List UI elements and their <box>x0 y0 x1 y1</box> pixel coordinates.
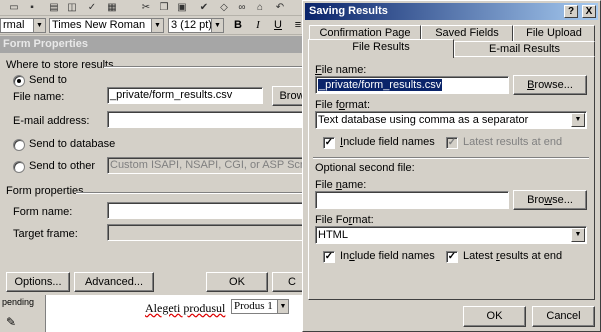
cut-icon[interactable]: ✂ <box>138 1 154 15</box>
chevron-down-icon[interactable]: ▼ <box>571 113 585 127</box>
store-group-label: Where to store results <box>6 59 114 71</box>
file-name2-input[interactable] <box>315 191 509 209</box>
file-format-select[interactable]: Text database using comma as a separator… <box>315 111 587 129</box>
target-frame-input[interactable] <box>107 224 312 241</box>
pane-text: pending <box>2 297 35 307</box>
print-icon[interactable]: ▤ <box>46 1 62 15</box>
include-field-names2-label: Include field names <box>340 250 435 262</box>
font-value: Times New Roman <box>52 19 146 31</box>
open-icon[interactable]: ▭ <box>6 1 22 15</box>
send-to-label: Send to <box>29 74 67 86</box>
saving-results-dialog: Saving Results ? X Confirmation Page Sav… <box>302 0 601 332</box>
include-field-names2-checkbox[interactable]: ✓ <box>323 251 335 263</box>
chevron-down-icon[interactable]: ▼ <box>571 228 585 242</box>
include-field-names-checkbox[interactable]: ✓ <box>323 137 335 149</box>
ok-button[interactable]: OK <box>206 272 268 292</box>
paste-icon[interactable]: ▣ <box>174 1 190 15</box>
file-name-label: File name: <box>13 91 65 103</box>
bold-button[interactable]: B <box>230 18 246 33</box>
form-name-input[interactable] <box>107 202 312 219</box>
include-field-names-label: Include field names <box>340 136 435 148</box>
ok-button[interactable]: OK <box>463 306 526 327</box>
browse-button[interactable]: Browse... <box>513 75 587 95</box>
folder-pane: pending ✎ <box>0 295 46 332</box>
file-name-input[interactable]: _private/form_results.csv <box>107 87 263 104</box>
product-value: Produs 1 <box>234 300 273 312</box>
table-icon[interactable]: ▦ <box>104 1 120 15</box>
email-input[interactable] <box>107 111 312 128</box>
style-combo[interactable]: rmal ▼ <box>0 18 46 33</box>
format-painter-icon[interactable]: ◇ <box>216 1 232 15</box>
dialog-title: Saving Results <box>309 5 388 17</box>
target-frame-label: Target frame: <box>13 228 78 240</box>
spelling-icon[interactable]: ✓ <box>84 1 100 15</box>
size-value: 3 (12 pt) <box>171 19 212 31</box>
optional-group-label: Optional second file: <box>315 162 415 174</box>
save-icon[interactable]: ▪ <box>24 1 40 15</box>
chevron-down-icon[interactable]: ▼ <box>151 19 163 32</box>
send-to-radio[interactable] <box>13 75 25 87</box>
tab-file-results[interactable]: File Results <box>308 39 454 58</box>
dialog-title: Form Properties <box>0 36 310 53</box>
group-divider <box>313 157 589 159</box>
copy-icon[interactable]: ❐ <box>156 1 172 15</box>
file-format2-select[interactable]: HTML ▼ <box>315 226 587 244</box>
help-icon[interactable]: ? <box>564 5 578 18</box>
form-props-group-label: Form properties <box>6 185 84 197</box>
file-format-value: Text database using comma as a separator <box>318 114 529 126</box>
brush-icon[interactable]: ⌂ <box>252 1 268 15</box>
latest-results2-checkbox[interactable]: ✓ <box>446 251 458 263</box>
check-icon[interactable]: ✔ <box>196 1 212 15</box>
file-format-label: File format: <box>315 99 371 111</box>
file-format2-value: HTML <box>318 229 348 241</box>
latest-results2-label: Latest results at end <box>463 250 563 262</box>
file-name-value: _private/form_results.csv <box>318 79 443 91</box>
chevron-down-icon[interactable]: ▼ <box>33 19 45 32</box>
font-combo[interactable]: Times New Roman ▼ <box>49 18 164 33</box>
file-name2-label: File name: <box>315 179 367 191</box>
cancel-button[interactable]: Cancel <box>532 306 595 327</box>
send-other-label: Send to other <box>29 160 96 172</box>
link-icon[interactable]: ∞ <box>234 1 250 15</box>
italic-button[interactable]: I <box>250 18 266 33</box>
dialog-title-bar: Saving Results ? X <box>305 3 598 20</box>
size-combo[interactable]: 3 (12 pt) ▼ <box>168 18 224 33</box>
tool-icon: ✎ <box>6 315 17 329</box>
tab-file-upload[interactable]: File Upload <box>513 25 595 41</box>
send-other-radio[interactable] <box>13 161 25 173</box>
options-button[interactable]: Options... <box>6 272 70 292</box>
file-name-label: File name: <box>315 64 367 76</box>
underline-button[interactable]: U <box>270 18 286 33</box>
style-value: rmal <box>3 19 25 31</box>
browse2-button[interactable]: Browse... <box>513 190 587 210</box>
latest-results-label: Latest results at end <box>463 136 563 148</box>
send-database-label: Send to database <box>29 138 116 150</box>
preview-icon[interactable]: ◫ <box>64 1 80 15</box>
advanced-button[interactable]: Advanced... <box>74 272 154 292</box>
chevron-down-icon[interactable]: ▼ <box>211 19 223 32</box>
prompt-text: Alegeti produsul <box>145 301 226 315</box>
form-name-label: Form name: <box>13 206 73 218</box>
file-name-input[interactable]: _private/form_results.csv <box>315 76 509 94</box>
form-properties-dialog: Form Properties Where to store results S… <box>0 35 312 295</box>
email-label: E-mail address: <box>13 115 90 127</box>
group-divider <box>76 192 304 194</box>
send-database-radio[interactable] <box>13 139 25 151</box>
chevron-down-icon[interactable]: ▼ <box>277 300 288 313</box>
file-format2-label: File Format: <box>315 214 374 226</box>
product-combo[interactable]: Produs 1 ▼ <box>231 299 289 314</box>
other-script-select[interactable]: Custom ISAPI, NSAPI, CGI, or ASP Script <box>107 157 312 174</box>
close-icon[interactable]: X <box>582 5 596 18</box>
latest-results-checkbox[interactable]: ✓ <box>446 137 458 149</box>
tab-email-results[interactable]: E-mail Results <box>454 41 595 57</box>
group-divider <box>104 66 304 68</box>
undo-icon[interactable]: ↶ <box>272 1 288 15</box>
